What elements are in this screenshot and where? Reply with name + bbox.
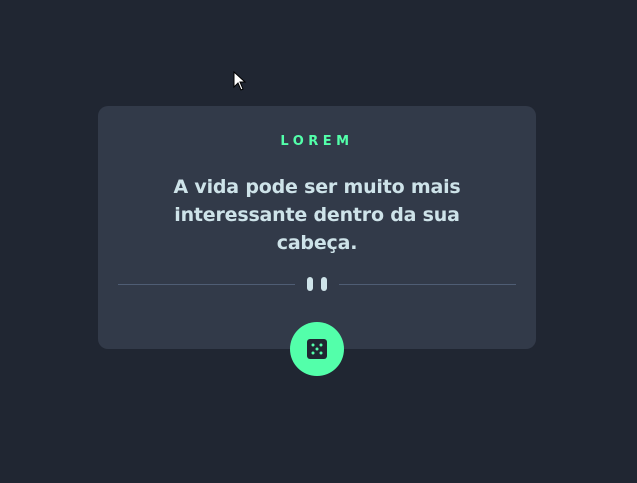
dice-icon <box>307 339 327 359</box>
advice-label: LOREM <box>280 134 354 149</box>
mouse-pointer-icon <box>233 71 247 91</box>
dice-button[interactable] <box>290 322 344 376</box>
advice-quote: A vida pode ser muito mais interessante … <box>173 176 461 254</box>
pattern-divider <box>118 276 516 292</box>
divider-line-right <box>339 284 516 285</box>
pause-icon <box>307 277 327 291</box>
advice-card: LOREM A vida pode ser muito mais interes… <box>98 106 536 349</box>
divider-line-left <box>118 284 295 285</box>
